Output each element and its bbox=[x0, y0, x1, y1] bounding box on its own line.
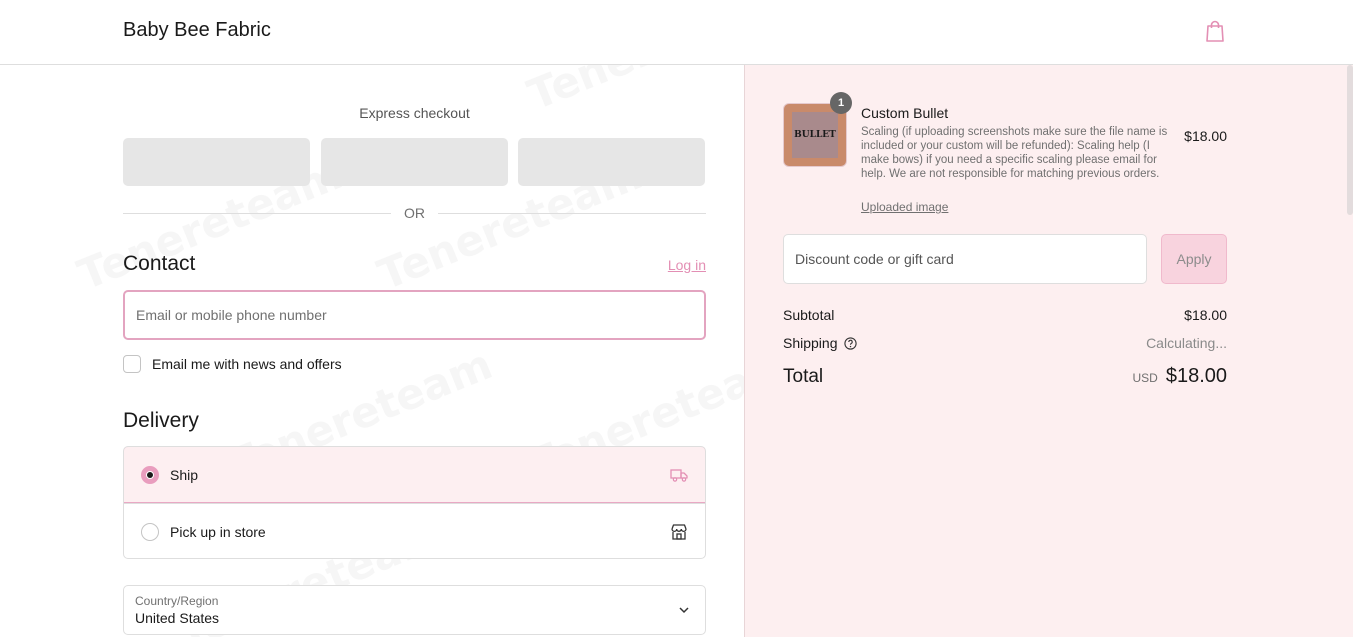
shopping-bag-icon[interactable] bbox=[1204, 19, 1226, 43]
quantity-badge: 1 bbox=[830, 92, 852, 114]
express-checkout-button[interactable] bbox=[518, 138, 705, 186]
newsletter-label: Email me with news and offers bbox=[152, 356, 342, 372]
total-row: Total USD $18.00 bbox=[783, 365, 1227, 388]
delivery-heading: Delivery bbox=[123, 409, 199, 432]
currency-code: USD bbox=[1132, 371, 1158, 385]
ship-label: Ship bbox=[170, 466, 199, 483]
newsletter-checkbox[interactable] bbox=[123, 355, 141, 373]
discount-code-field[interactable]: Discount code or gift card bbox=[783, 234, 1147, 284]
express-checkout-button[interactable] bbox=[321, 138, 508, 186]
scrollbar[interactable] bbox=[1347, 65, 1353, 215]
country-value: United States bbox=[135, 610, 220, 626]
apply-button[interactable]: Apply bbox=[1161, 234, 1227, 284]
contact-heading: Contact bbox=[123, 252, 196, 275]
total-value: $18.00 bbox=[1165, 365, 1227, 387]
uploaded-image-link[interactable]: Uploaded image bbox=[861, 200, 948, 214]
delivery-option-pickup[interactable]: Pick up in store bbox=[124, 503, 705, 558]
express-checkout-title: Express checkout bbox=[359, 105, 470, 121]
thumbnail-text: BULLET bbox=[792, 112, 838, 158]
or-divider: OR bbox=[123, 205, 706, 221]
product-price: $18.00 bbox=[1184, 128, 1227, 144]
country-label: Country/Region bbox=[135, 594, 219, 608]
subtotal-value: $18.00 bbox=[1184, 307, 1227, 323]
newsletter-checkbox-row[interactable]: Email me with news and offers bbox=[123, 355, 342, 373]
store-brand[interactable]: Baby Bee Fabric bbox=[123, 19, 271, 42]
delivery-option-ship[interactable]: Ship bbox=[124, 447, 705, 503]
express-checkout-button[interactable] bbox=[123, 138, 310, 186]
delivery-method-group: Ship Pick up in store bbox=[123, 446, 706, 559]
ship-radio[interactable] bbox=[141, 465, 159, 484]
country-select[interactable]: Country/Region United States bbox=[123, 585, 706, 635]
total-amount: USD $18.00 bbox=[1132, 365, 1227, 388]
subtotal-row: Subtotal $18.00 bbox=[783, 307, 1227, 323]
product-name: Custom Bullet bbox=[861, 105, 949, 121]
help-circle-icon[interactable] bbox=[843, 336, 857, 350]
product-description: Scaling (if uploading screenshots make s… bbox=[861, 126, 1168, 180]
chevron-down-icon bbox=[679, 607, 689, 614]
shipping-value: Calculating... bbox=[1146, 335, 1227, 351]
shipping-label-wrap: Shipping bbox=[783, 335, 857, 351]
login-link[interactable]: Log in bbox=[640, 257, 706, 273]
checkout-header: Baby Bee Fabric bbox=[0, 0, 1353, 65]
shipping-label: Shipping bbox=[783, 335, 838, 351]
pickup-radio[interactable] bbox=[141, 522, 159, 541]
pickup-label: Pick up in store bbox=[170, 523, 266, 540]
truck-icon bbox=[670, 468, 688, 482]
store-icon bbox=[671, 523, 687, 540]
shipping-row: Shipping Calculating... bbox=[783, 335, 1227, 351]
email-field[interactable]: Email or mobile phone number bbox=[123, 290, 706, 340]
total-label: Total bbox=[783, 366, 824, 387]
subtotal-label: Subtotal bbox=[783, 307, 835, 323]
